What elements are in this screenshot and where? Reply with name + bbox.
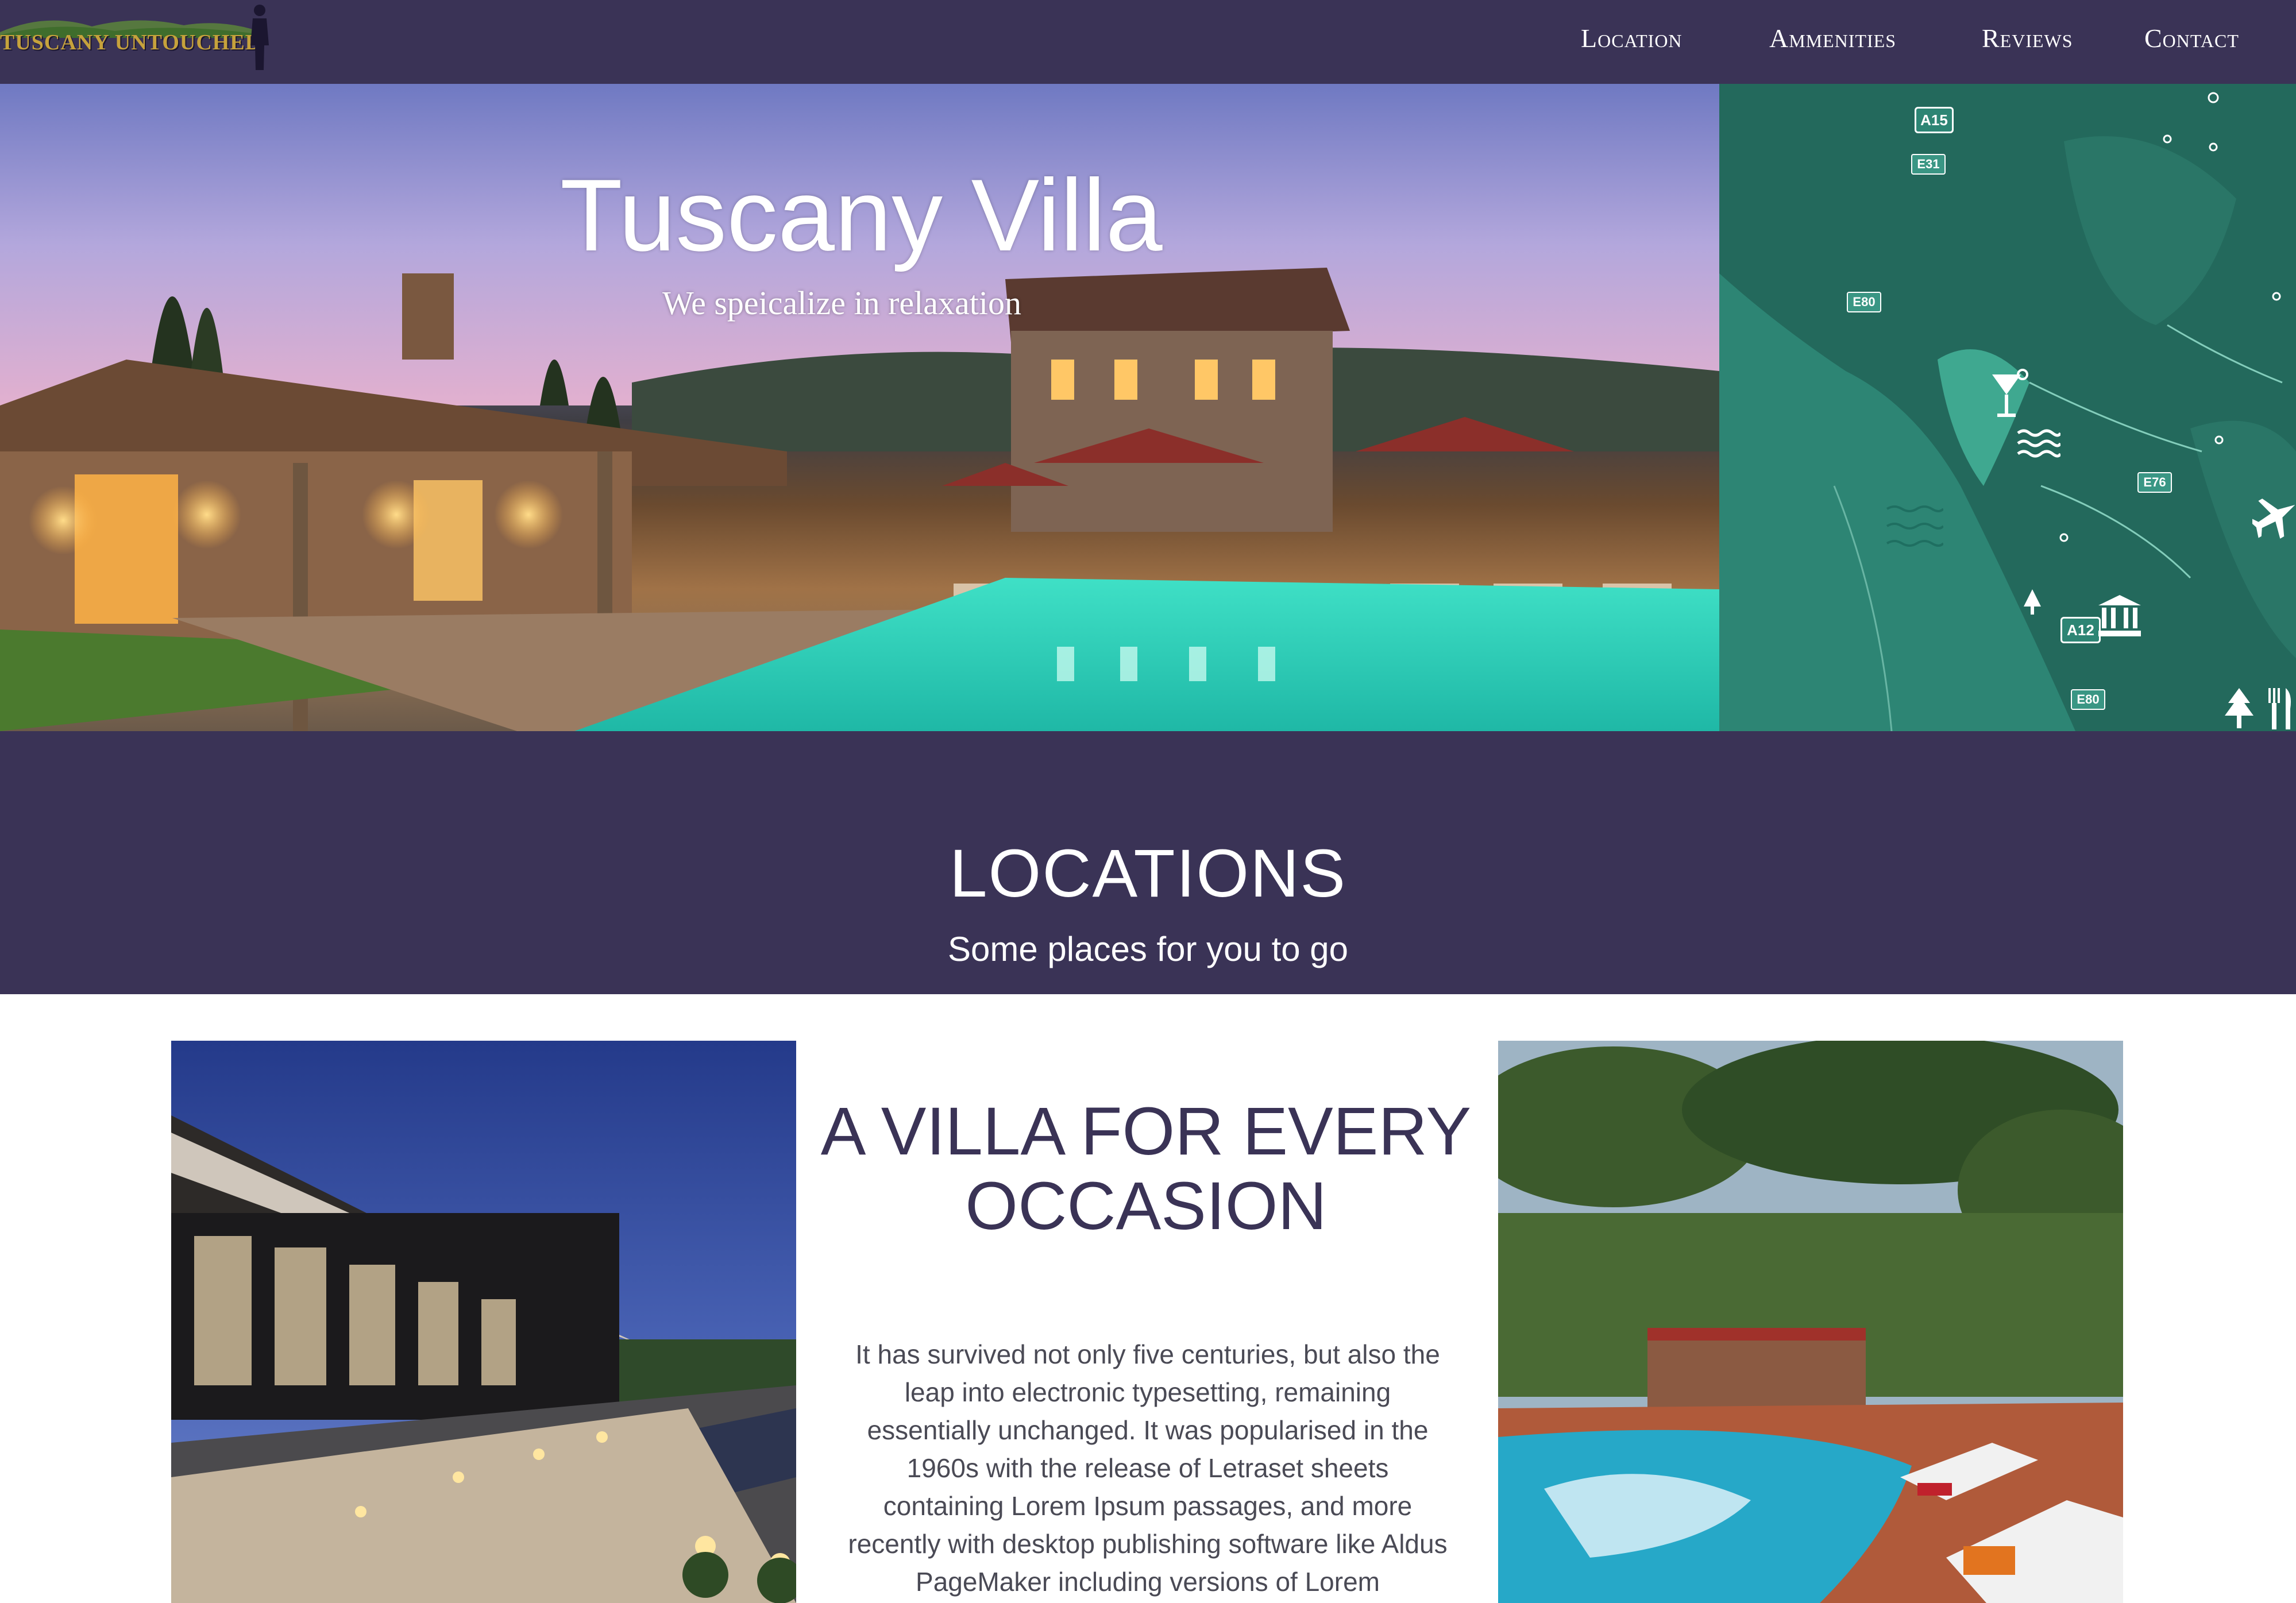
nav-location[interactable]: Location [1581,23,1683,57]
site-header: TUSCANY UNTOUCHED Location Ammenities Re… [0,0,2296,84]
road-label: A12 [2060,617,2101,643]
site-logo[interactable]: TUSCANY UNTOUCHED [0,0,276,84]
road-label: E76 [2137,472,2172,493]
villa-pool-image [1498,1041,2123,1603]
cocktail-icon[interactable] [1989,369,2029,420]
road-label: E31 [1911,154,1946,175]
nav-ammenities[interactable]: Ammenities [1769,23,1896,57]
nav-contact[interactable]: Contact [2144,23,2239,57]
location-map[interactable]: A15 E31 E80 E76 A12 E80 [1719,84,2296,731]
road-label: E80 [1847,292,1881,312]
road-label: E80 [2071,689,2105,710]
sea-waves-icon [1886,505,1943,547]
villa-pool-illustration [1498,1041,2123,1603]
waves-icon[interactable] [2017,427,2060,459]
villa-night-image [171,1041,796,1603]
logo-text: TUSCANY UNTOUCHED [0,30,262,55]
locations-section-header: LOCATIONS Some places for you to go [0,731,2296,994]
restaurant-icon[interactable] [2266,688,2293,729]
nav-reviews[interactable]: Reviews [1982,23,2073,57]
museum-icon[interactable] [2098,595,2141,638]
hero-image: Tuscany Villa We speicalize in relaxatio… [0,84,1719,731]
villa-night-illustration [171,1041,796,1603]
hero-subtitle: We speicalize in relaxation [662,284,1021,322]
hero-title: Tuscany Villa [560,158,1163,272]
feature-body: It has survived not only five centuries,… [848,1339,1448,1597]
tree-small-icon[interactable] [2024,589,2041,615]
locations-title: LOCATIONS [949,836,1347,911]
locations-subtitle: Some places for you to go [947,930,1349,968]
road-label: A15 [1915,107,1954,133]
feature-title: A VILLA FOR EVERY OCCASION [820,1094,1472,1244]
airplane-icon[interactable] [2252,493,2296,541]
tree-icon[interactable] [2225,688,2253,728]
logo-figure-icon [250,5,269,70]
